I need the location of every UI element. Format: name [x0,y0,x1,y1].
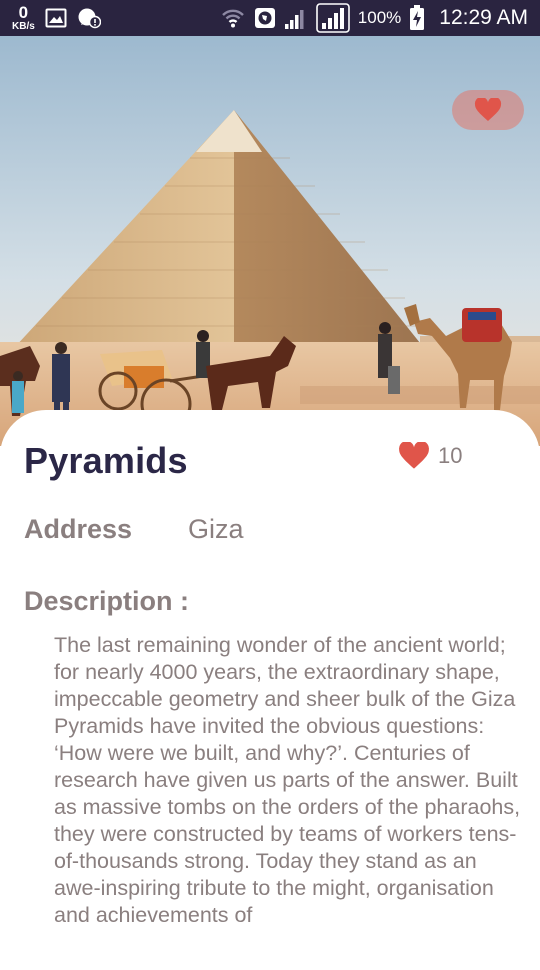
address-value: Giza [188,514,244,544]
place-title: Pyramids [24,440,188,481]
favorite-button[interactable] [452,90,524,130]
likes-count: 10 [438,443,463,468]
description-text: The last remaining wonder of the ancient… [54,633,521,927]
status-bar: 0 KB/s 100% 12:29 AM [0,0,540,36]
signal-icon [284,6,308,30]
clock: 12:29 AM [439,6,528,29]
place-details-card: Pyramids 10 Address Giza Description : T… [0,410,540,970]
wifi-icon [220,6,246,30]
speed-unit: KB/s [12,21,35,32]
status-right: 100% 12:29 AM [220,0,528,36]
browser-icon [254,7,276,29]
likes-counter[interactable]: 10 [398,442,462,470]
heart-icon [474,98,502,122]
description-label: Description : [24,586,190,616]
pyramid-photo [0,36,540,446]
gallery-icon [45,7,67,29]
speed-value: 0 [18,3,29,22]
whatsapp-icon [77,7,101,29]
network-speed: 0 KB/s [12,4,35,32]
heart-icon [398,442,430,470]
battery-charging-icon [409,5,425,31]
signal-icon [315,3,350,33]
battery-percentage: 100% [357,8,402,27]
address-label: Address [24,514,133,544]
status-left: 0 KB/s [12,2,101,34]
